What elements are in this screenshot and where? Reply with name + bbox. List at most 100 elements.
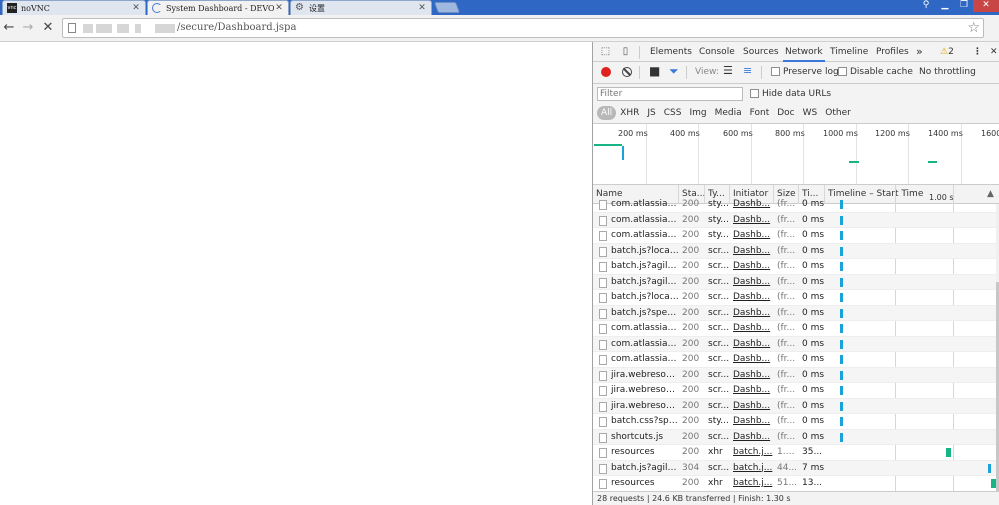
network-overview[interactable]: 200 ms 400 ms 600 ms 800 ms 1000 ms 1200… bbox=[593, 124, 999, 185]
cell-size: 1.2... bbox=[777, 447, 799, 457]
new-tab-button[interactable] bbox=[433, 2, 461, 13]
preserve-log-checkbox[interactable] bbox=[771, 67, 780, 76]
table-row[interactable]: com.atlassian.j...200 scr...Dashb...(fr..… bbox=[593, 336, 996, 352]
table-row[interactable]: batch.js?agile_... 200 scr... Dashb... (fr..… bbox=[593, 274, 996, 290]
table-row[interactable]: com.atlassian.j...200 scr...Dashb...(fr..… bbox=[593, 321, 996, 337]
cell-initiator[interactable]: Dashb... bbox=[730, 337, 774, 352]
back-button[interactable]: ← bbox=[1, 20, 17, 36]
tab-network[interactable]: Network bbox=[783, 42, 825, 62]
overview-tick-label: 1200 ms bbox=[875, 129, 910, 138]
device-mode-icon[interactable]: ▯ bbox=[619, 45, 632, 58]
overview-tick-label: 400 ms bbox=[670, 129, 700, 138]
table-row[interactable]: com.atlassian.... 200 scr... Dashb... (fr...… bbox=[593, 352, 996, 368]
cell-initiator[interactable]: Dashb... bbox=[730, 368, 774, 383]
cell-initiator[interactable]: Dashb... bbox=[730, 383, 774, 398]
type-filter-media[interactable]: Media bbox=[711, 106, 746, 120]
minimize-button[interactable]: ▁ bbox=[936, 0, 954, 12]
type-filter-doc[interactable]: Doc bbox=[773, 106, 798, 120]
warnings-badge[interactable]: ⚠2 bbox=[940, 42, 954, 62]
table-row[interactable]: batch.js?locale... 200 scr... Dashb... (fr..… bbox=[593, 290, 996, 306]
table-row[interactable]: com.atlassian.j...200 sty...Dashb...(fr..… bbox=[593, 197, 996, 213]
tab-console[interactable]: Console bbox=[699, 42, 735, 62]
bookmark-star-icon[interactable]: ☆ bbox=[967, 20, 980, 36]
close-tab-icon[interactable]: ✕ bbox=[274, 3, 284, 13]
table-row[interactable]: batch.js?locale... 200 scr... Dashb... (fr..… bbox=[593, 243, 996, 259]
table-row[interactable]: resources 200 xhr batch.j... 51... 13... bbox=[593, 476, 996, 491]
cell-initiator[interactable]: Dashb... bbox=[730, 321, 774, 336]
close-window-button[interactable]: ✕ bbox=[973, 0, 999, 12]
cell-type: scr... bbox=[708, 245, 730, 256]
cell-initiator[interactable]: Dashb... bbox=[730, 259, 774, 274]
table-row[interactable]: resources 200 xhr batch.j... 1.2... 35... bbox=[593, 445, 996, 461]
table-row[interactable]: com.atlassian.j...200 sty...Dashb...(fr..… bbox=[593, 212, 996, 228]
camera-icon[interactable]: ■ bbox=[649, 64, 660, 78]
table-row[interactable]: batch.css?spec...200 sty...Dashb...(fr...… bbox=[593, 414, 996, 430]
user-profile-icon[interactable]: ⚲ bbox=[917, 0, 935, 12]
stop-loading-button[interactable]: ✕ bbox=[40, 20, 56, 36]
cell-initiator[interactable]: Dashb... bbox=[730, 228, 774, 243]
table-row[interactable]: batch.js?agile_... 200 scr... Dashb... (fr..… bbox=[593, 259, 996, 275]
tab-sources[interactable]: Sources bbox=[743, 42, 779, 62]
type-filter-css[interactable]: CSS bbox=[660, 106, 686, 120]
cell-initiator[interactable]: Dashb... bbox=[730, 399, 774, 414]
devtools-panel: ⬚ ▯ Elements Console Sources Network Tim… bbox=[592, 42, 999, 505]
type-filter-xhr[interactable]: XHR bbox=[616, 106, 643, 120]
type-filter-img[interactable]: Img bbox=[685, 106, 710, 120]
more-tabs-chevron-icon[interactable]: » bbox=[916, 42, 923, 62]
cell-initiator[interactable]: batch.j... bbox=[730, 476, 774, 491]
cell-name: resources bbox=[611, 478, 655, 488]
overview-waterfall-icon[interactable]: ≡ bbox=[743, 64, 752, 77]
type-filter-other[interactable]: Other bbox=[821, 106, 855, 120]
cell-initiator[interactable]: Dashb... bbox=[730, 197, 774, 212]
timeline-bar bbox=[839, 432, 843, 442]
filter-input[interactable] bbox=[597, 87, 743, 101]
table-row[interactable]: batch.js?spectr...200 scr...Dashb...(fr..… bbox=[593, 305, 996, 321]
close-tab-icon[interactable]: ✕ bbox=[131, 3, 141, 13]
clear-button[interactable] bbox=[622, 67, 632, 77]
close-devtools-icon[interactable]: ✕ bbox=[990, 42, 998, 62]
tab-profiles[interactable]: Profiles bbox=[876, 42, 909, 62]
cell-status: 200 bbox=[682, 230, 700, 240]
maximize-button[interactable]: ❐ bbox=[955, 0, 973, 12]
forward-button[interactable]: → bbox=[20, 20, 36, 36]
hide-data-urls-checkbox[interactable] bbox=[750, 89, 759, 98]
cell-initiator[interactable]: batch.j... bbox=[730, 445, 774, 460]
cell-initiator[interactable]: Dashb... bbox=[730, 352, 774, 367]
kebab-menu-icon[interactable]: ⋮ bbox=[973, 42, 982, 62]
type-filter-all[interactable]: All bbox=[597, 106, 617, 120]
tab-timeline[interactable]: Timeline bbox=[830, 42, 868, 62]
tab-settings[interactable]: ⚙ 设置 ✕ bbox=[290, 0, 432, 15]
tab-elements[interactable]: Elements bbox=[650, 42, 692, 62]
table-row[interactable]: batch.js?agile_... 304 scr... batch.j... 44.… bbox=[593, 460, 996, 476]
cell-initiator[interactable]: Dashb... bbox=[730, 244, 774, 259]
table-row[interactable]: jira.webresour... 200 scr... Dashb... (fr...… bbox=[593, 367, 996, 383]
table-row[interactable]: com.atlassian.j...200 sty...Dashb...(fr..… bbox=[593, 228, 996, 244]
throttling-select[interactable]: No throttling bbox=[919, 67, 976, 77]
cell-status: 200 bbox=[682, 369, 700, 380]
disable-cache-checkbox[interactable] bbox=[838, 67, 847, 76]
cell-status: 200 bbox=[682, 338, 700, 349]
cell-initiator[interactable]: Dashb... bbox=[730, 430, 774, 445]
cell-initiator[interactable]: Dashb... bbox=[730, 414, 774, 429]
tab-system-dashboard[interactable]: System Dashboard - DEVO ✕ bbox=[147, 0, 289, 15]
inspect-element-icon[interactable]: ⬚ bbox=[599, 45, 612, 58]
cell-initiator[interactable]: batch.j... bbox=[730, 461, 774, 476]
type-filter-ws[interactable]: WS bbox=[799, 106, 822, 120]
cell-initiator[interactable]: Dashb... bbox=[730, 213, 774, 228]
table-row[interactable]: jira.webresour... 200 scr... Dashb... (fr...… bbox=[593, 398, 996, 414]
cell-initiator[interactable]: Dashb... bbox=[730, 275, 774, 290]
address-bar[interactable]: /secure/Dashboard.jspa ☆ bbox=[62, 18, 984, 38]
cell-time: 0 ms bbox=[802, 385, 825, 395]
cell-initiator[interactable]: Dashb... bbox=[730, 306, 774, 321]
type-filter-font[interactable]: Font bbox=[746, 106, 774, 120]
table-row[interactable]: jira.webresour... 200 scr... Dashb... (fr...… bbox=[593, 383, 996, 399]
cell-status: 200 bbox=[682, 214, 700, 225]
filter-funnel-icon[interactable]: ⏷ bbox=[669, 64, 679, 79]
record-button[interactable] bbox=[601, 67, 611, 77]
type-filter-js[interactable]: JS bbox=[643, 106, 659, 120]
tab-novnc[interactable]: vnc noVNC ✕ bbox=[2, 0, 146, 15]
large-rows-icon[interactable]: ☰ bbox=[723, 64, 733, 77]
close-tab-icon[interactable]: ✕ bbox=[417, 3, 427, 13]
cell-initiator[interactable]: Dashb... bbox=[730, 290, 774, 305]
table-row[interactable]: shortcuts.js 200 scr... Dashb... (fr... 0 ms bbox=[593, 429, 996, 445]
